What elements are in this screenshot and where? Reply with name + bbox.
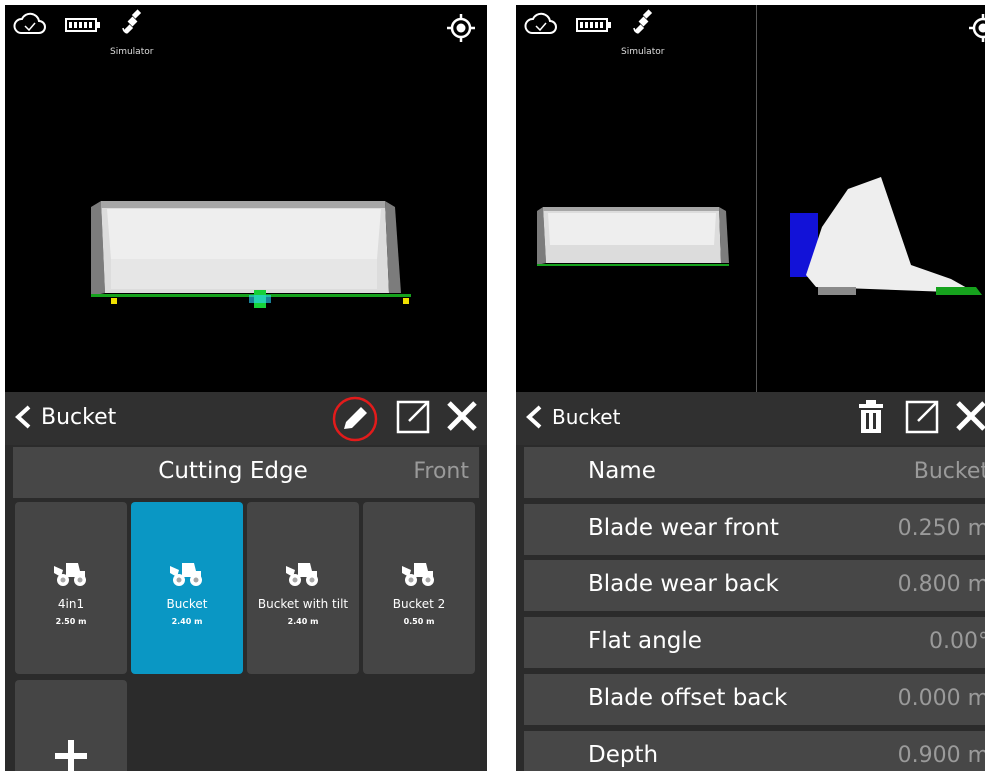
property-value: Bucket — [913, 459, 985, 484]
trash-icon[interactable] — [856, 399, 886, 435]
property-value: 0.00° — [929, 629, 985, 655]
battery-icon — [576, 18, 611, 32]
section-title: Cutting Edge — [158, 458, 308, 484]
export-icon[interactable] — [904, 399, 940, 435]
property-label: Depth — [588, 741, 659, 768]
tile-name: Bucket with tilt — [257, 597, 349, 611]
bucket-3d-viewport[interactable]: Simulator — [5, 5, 487, 392]
simulator-label: Simulator — [621, 47, 665, 57]
property-row[interactable]: Name Bucket — [524, 447, 985, 498]
property-label: Blade offset back — [588, 684, 788, 711]
tile-width: 2.40 m — [171, 617, 203, 626]
property-row[interactable]: Flat angle 0.00° — [524, 617, 985, 669]
left-screen: Simulator Bucket Cutting Edge Front 4in1… — [5, 5, 487, 771]
battery-icon — [65, 18, 100, 32]
tile-name: 4in1 — [57, 597, 85, 611]
property-value: 0.800 m — [897, 572, 985, 598]
tool-tile[interactable]: Bucket 2 0.50 m — [363, 502, 475, 674]
close-icon[interactable] — [445, 399, 479, 433]
view-divider — [756, 5, 757, 392]
satellite-icon — [122, 9, 142, 34]
property-row[interactable]: Depth 0.900 m — [524, 730, 985, 771]
tool-header: Bucket — [516, 392, 985, 445]
tool-header: Bucket — [5, 392, 487, 445]
cutting-edge-section[interactable]: Cutting Edge Front — [13, 447, 479, 498]
locate-icon[interactable] — [968, 13, 985, 43]
bucket-model-front-small — [537, 207, 729, 266]
locate-icon[interactable] — [446, 13, 476, 43]
tool-tile[interactable]: 4in1 2.50 m — [15, 502, 127, 674]
tool-tile[interactable]: Bucket 2.40 m — [131, 502, 243, 674]
tile-name: Bucket — [166, 597, 208, 611]
property-value: 0.900 m — [897, 742, 985, 768]
property-row[interactable]: Blade wear front 0.250 m — [524, 503, 985, 555]
simulator-label: Simulator — [110, 47, 154, 57]
wheel-loader-icon — [54, 563, 86, 586]
wheel-loader-icon — [402, 563, 434, 586]
bucket-model-side — [790, 177, 982, 295]
tile-icon — [284, 560, 322, 592]
property-value: 0.000 m — [897, 685, 985, 711]
satellite-icon — [633, 9, 653, 34]
chevron-left-icon — [15, 405, 31, 429]
tile-icon — [400, 560, 438, 592]
property-value: 0.250 m — [897, 515, 985, 541]
wheel-loader-icon — [170, 563, 202, 586]
cloud-sync-icon — [13, 12, 46, 34]
property-label: Blade wear back — [588, 571, 779, 598]
right-screen: Simulator Bucket Name Bucket Blade wear … — [516, 5, 985, 771]
property-label: Flat angle — [588, 628, 702, 655]
edit-icon[interactable] — [330, 395, 380, 443]
chevron-left-icon — [526, 405, 542, 429]
property-label: Blade wear front — [588, 514, 779, 541]
close-icon[interactable] — [954, 399, 985, 433]
section-side-label: Front — [413, 459, 469, 484]
back-button[interactable]: Bucket — [524, 404, 620, 430]
export-icon[interactable] — [395, 399, 431, 435]
back-button[interactable]: Bucket — [13, 404, 116, 430]
tool-tile[interactable]: Bucket with tilt 2.40 m — [247, 502, 359, 674]
plus-icon — [55, 740, 87, 771]
tile-width: 0.50 m — [403, 617, 435, 626]
property-row[interactable]: Blade offset back 0.000 m — [524, 673, 985, 725]
cloud-sync-icon — [524, 12, 557, 34]
wheel-loader-icon — [286, 563, 318, 586]
add-tool-button[interactable] — [15, 680, 127, 771]
tool-title: Bucket — [552, 405, 621, 429]
tool-title: Bucket — [41, 404, 117, 430]
bucket-model-front — [91, 201, 411, 308]
property-row[interactable]: Blade wear back 0.800 m — [524, 560, 985, 612]
tile-name: Bucket 2 — [392, 597, 446, 611]
tile-icon — [168, 560, 206, 592]
tile-width: 2.50 m — [55, 617, 87, 626]
tile-icon — [52, 560, 90, 592]
tile-width: 2.40 m — [287, 617, 319, 626]
bucket-split-viewport[interactable]: Simulator — [516, 5, 985, 392]
property-label: Name — [588, 458, 656, 484]
